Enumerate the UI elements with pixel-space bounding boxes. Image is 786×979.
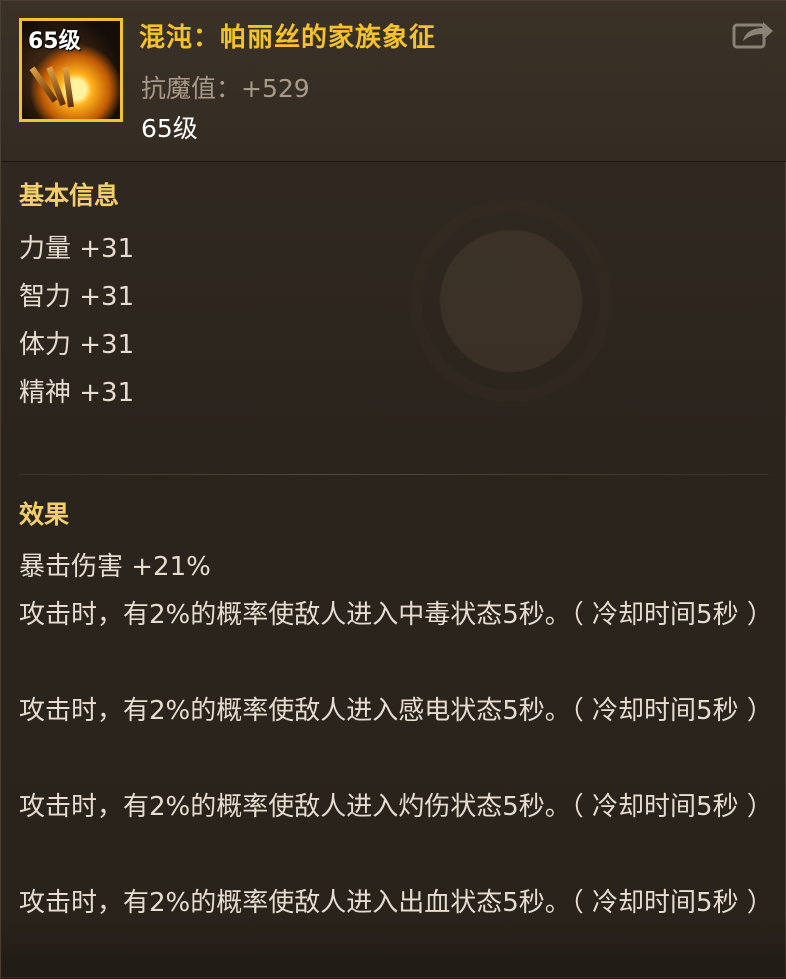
basic-stat-vitality: 体力 +31 xyxy=(19,330,135,360)
effect-poison: 攻击时，有2%的概率使敌人进入中毒状态5秒。（ 冷却时间5秒 ） xyxy=(19,600,773,630)
effect-shock: 攻击时，有2%的概率使敌人进入感电状态5秒。（ 冷却时间5秒 ） xyxy=(19,696,773,726)
section-divider xyxy=(19,474,769,475)
item-icon: 65级 xyxy=(19,18,123,122)
item-level: 65级 xyxy=(141,114,198,143)
share-button[interactable] xyxy=(731,17,775,51)
basic-stat-strength: 力量 +31 xyxy=(19,234,135,264)
item-tooltip: 65级 混沌：帕丽丝的家族象征 抗魔值：+529 65级 基本信息 力量 +31… xyxy=(0,0,786,979)
effects-title: 效果 xyxy=(19,500,70,529)
item-main-stat: 抗魔值：+529 xyxy=(141,74,310,103)
bottom-fade xyxy=(1,916,786,979)
item-name: 混沌：帕丽丝的家族象征 xyxy=(139,23,437,53)
basic-stat-spirit: 精神 +31 xyxy=(19,378,135,408)
share-export-icon xyxy=(732,22,773,49)
effect-burn: 攻击时，有2%的概率使敌人进入灼伤状态5秒。（ 冷却时间5秒 ） xyxy=(19,792,773,822)
item-icon-level: 65级 xyxy=(28,29,81,54)
item-header: 65级 混沌：帕丽丝的家族象征 抗魔值：+529 65级 xyxy=(1,1,786,162)
effect-crit-damage: 暴击伤害 +21% xyxy=(19,552,211,582)
basic-info-title: 基本信息 xyxy=(19,181,120,210)
basic-stat-intelligence: 智力 +31 xyxy=(19,282,135,312)
